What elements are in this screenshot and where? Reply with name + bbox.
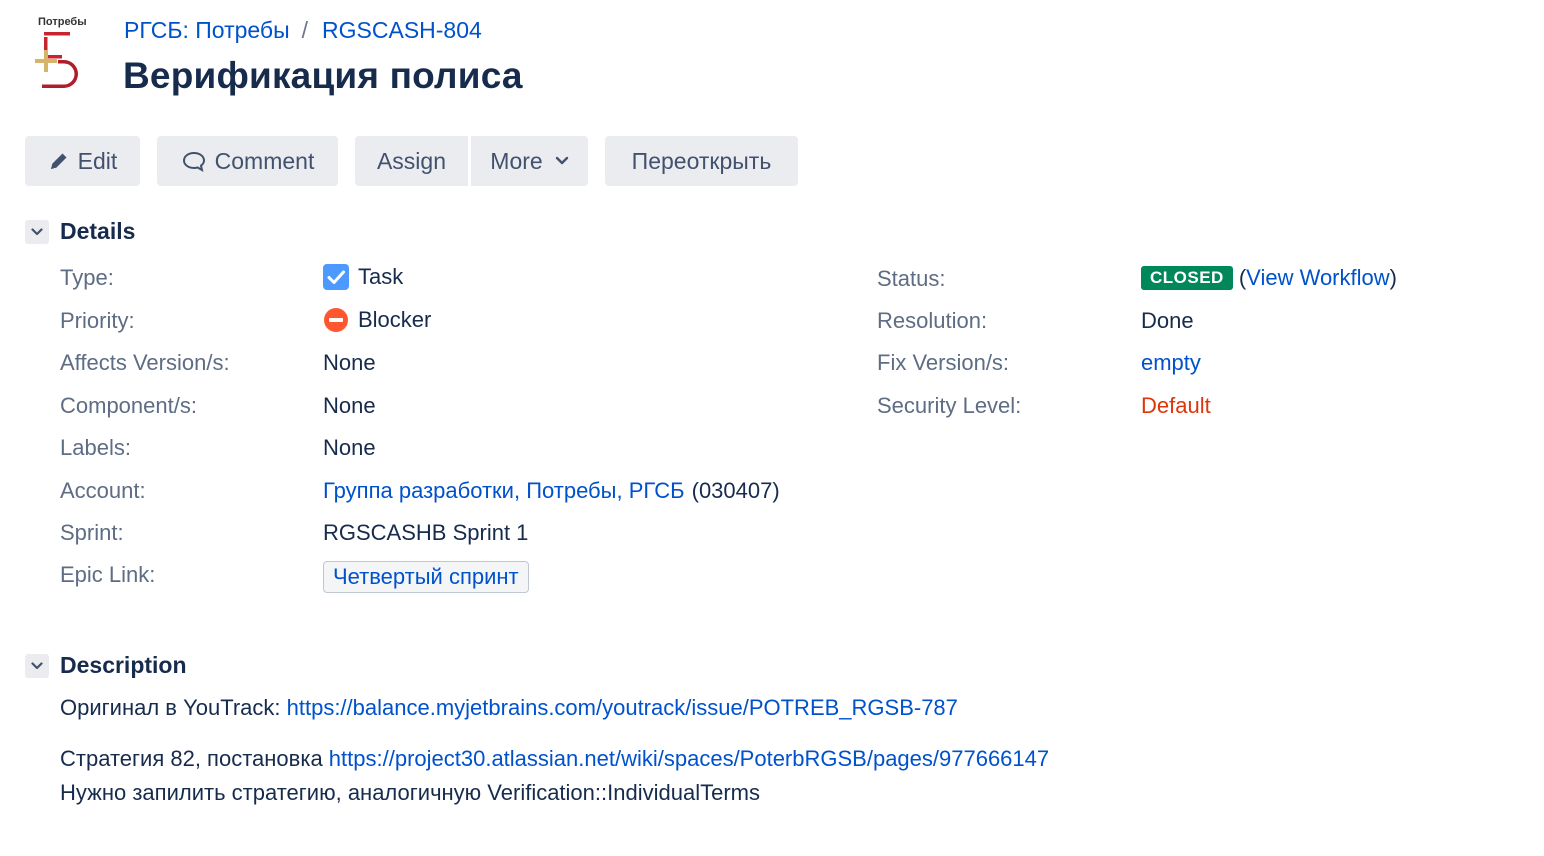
account-label: Account: [60, 478, 146, 503]
chevron-down-icon [31, 661, 43, 669]
priority-label: Priority: [60, 308, 135, 333]
reopen-button-label: Переоткрыть [631, 147, 772, 174]
issue-toolbar: Edit Comment Assign More Переоткрыть [25, 136, 798, 186]
workflow-paren-close: ) [1389, 265, 1397, 290]
account-link[interactable]: Группа разработки, Потребы, РГСБ [323, 478, 685, 504]
account-code: (030407) [691, 478, 780, 503]
type-value[interactable]: Task [323, 264, 403, 290]
comment-icon [182, 151, 205, 172]
epic-link-label: Epic Link: [60, 562, 156, 587]
description-line-2: Стратегия 82, постановка https://project… [60, 746, 1049, 772]
blocker-priority-icon [323, 307, 349, 333]
resolution-value: Done [1141, 308, 1194, 333]
view-workflow-link[interactable]: View Workflow [1246, 265, 1389, 291]
chevron-down-icon [31, 227, 43, 235]
description-section-header: Description [25, 652, 187, 679]
status-badge: CLOSED [1141, 266, 1233, 290]
components-label: Component/s: [60, 393, 197, 418]
description-line-1: Оригинал в YouTrack: https://balance.myj… [60, 695, 958, 721]
components-value: None [323, 393, 376, 418]
project-avatar-text: Потребы [38, 16, 87, 28]
status-label: Status: [877, 266, 946, 291]
epic-link-tag[interactable]: Четвертый спринт [323, 561, 529, 593]
resolution-label: Resolution: [877, 308, 988, 333]
security-level-label: Security Level: [877, 393, 1022, 418]
type-label: Type: [60, 265, 114, 290]
breadcrumb-separator: / [301, 17, 309, 43]
reopen-button[interactable]: Переоткрыть [605, 136, 798, 186]
security-level-value[interactable]: Default [1141, 393, 1211, 419]
sprint-value[interactable]: RGSCASHB Sprint 1 [323, 520, 528, 546]
breadcrumb-issue-key-link[interactable]: RGSCASH-804 [322, 17, 482, 44]
more-button-label: More [490, 147, 543, 174]
priority-value-text: Blocker [358, 307, 432, 332]
labels-value[interactable]: None [323, 435, 376, 461]
breadcrumb-project-link[interactable]: РГСБ: Потребы [124, 17, 290, 44]
fix-versions-value[interactable]: empty [1141, 350, 1201, 376]
project-avatar[interactable]: Потребы [34, 16, 96, 94]
page-title[interactable]: Верификация полиса [123, 55, 523, 97]
description-line-1-text: Оригинал в YouTrack: [60, 695, 287, 720]
description-line-2-text: Стратегия 82, постановка [60, 746, 329, 771]
youtrack-link[interactable]: https://balance.myjetbrains.com/youtrack… [287, 695, 958, 720]
description-collapse-toggle[interactable] [25, 653, 49, 678]
description-line-3: Нужно запилить стратегию, аналогичную Ve… [60, 780, 760, 805]
type-value-text: Task [358, 264, 404, 289]
affects-versions-value: None [323, 350, 376, 375]
task-checkbox-icon [323, 264, 349, 290]
status-value: CLOSED ( View Workflow ) [1141, 265, 1397, 291]
pencil-icon [50, 153, 67, 169]
details-title: Details [60, 218, 136, 244]
details-collapse-toggle[interactable] [25, 219, 49, 244]
priority-value[interactable]: Blocker [323, 307, 431, 333]
account-value: Группа разработки, Потребы, РГСБ (030407… [323, 478, 780, 504]
edit-button-label: Edit [77, 147, 118, 174]
comment-button-label: Comment [214, 147, 315, 174]
more-button[interactable]: More [471, 136, 588, 186]
details-section-header: Details [25, 218, 135, 245]
breadcrumb: РГСБ: Потребы / RGSCASH-804 [124, 17, 482, 44]
sprint-label: Sprint: [60, 520, 124, 545]
fix-versions-label: Fix Version/s: [877, 350, 1010, 375]
confluence-link[interactable]: https://project30.atlassian.net/wiki/spa… [329, 746, 1049, 771]
assign-button-label: Assign [376, 147, 447, 174]
epic-link-value: Четвертый спринт [323, 561, 529, 593]
workflow-paren-open: ( [1238, 265, 1247, 290]
edit-button[interactable]: Edit [25, 136, 140, 186]
assign-button[interactable]: Assign [355, 136, 468, 186]
comment-button[interactable]: Comment [157, 136, 338, 186]
description-title: Description [60, 652, 187, 678]
labels-label: Labels: [60, 435, 131, 460]
affects-versions-label: Affects Version/s: [60, 350, 230, 375]
chevron-down-icon [555, 156, 568, 165]
